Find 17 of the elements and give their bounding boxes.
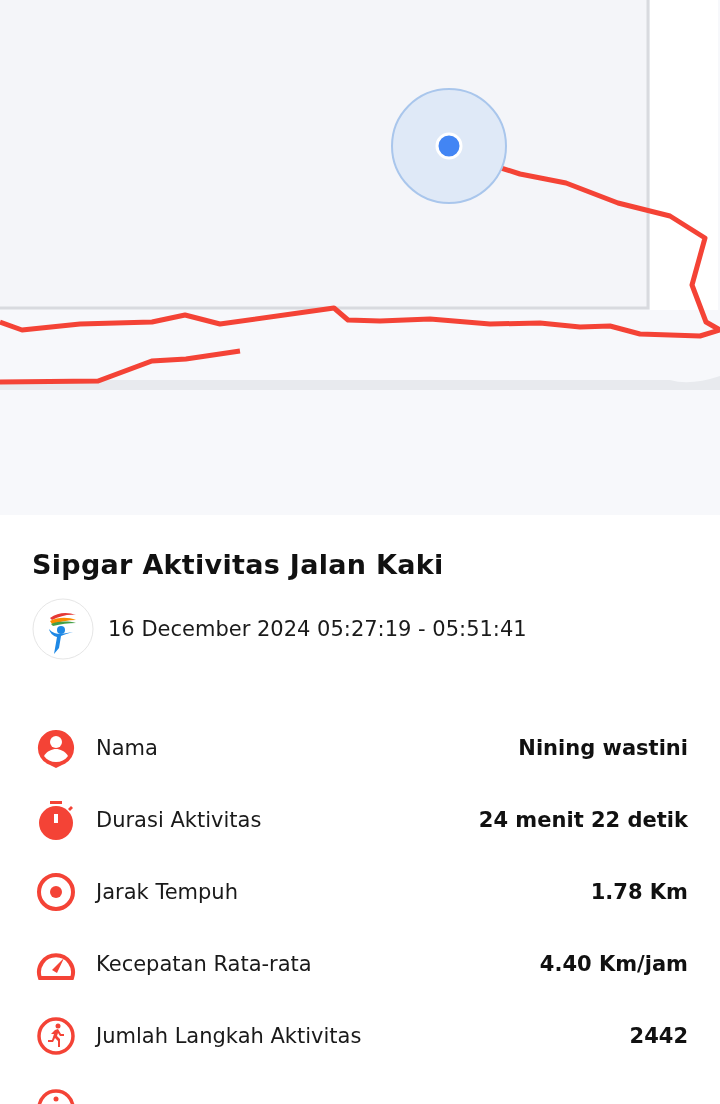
stat-value: Nining wastini xyxy=(518,736,688,760)
target-icon xyxy=(36,872,76,912)
stat-value: 2442 xyxy=(629,1024,688,1048)
app-logo-icon xyxy=(32,598,94,660)
stat-value: 4.40 Km/jam xyxy=(539,952,688,976)
stat-label: Durasi Aktivitas xyxy=(96,808,263,832)
stat-label: Kecepatan Rata-rata xyxy=(96,952,313,976)
stat-value: 1.78 Km xyxy=(590,880,688,904)
running-person-icon xyxy=(36,1016,76,1056)
stat-label: Nama xyxy=(96,736,159,760)
person-pin-icon xyxy=(36,728,76,768)
activity-datetime: 16 December 2024 05:27:19 - 05:51:41 xyxy=(108,617,527,641)
stat-value: 24 menit 22 detik xyxy=(478,808,688,832)
stat-label: Jumlah Langkah Aktivitas xyxy=(96,1024,363,1048)
stopwatch-icon xyxy=(36,800,76,840)
activity-title: Sipgar Aktivitas Jalan Kaki xyxy=(32,549,445,580)
stat-label: Jarak Tempuh xyxy=(96,880,239,904)
